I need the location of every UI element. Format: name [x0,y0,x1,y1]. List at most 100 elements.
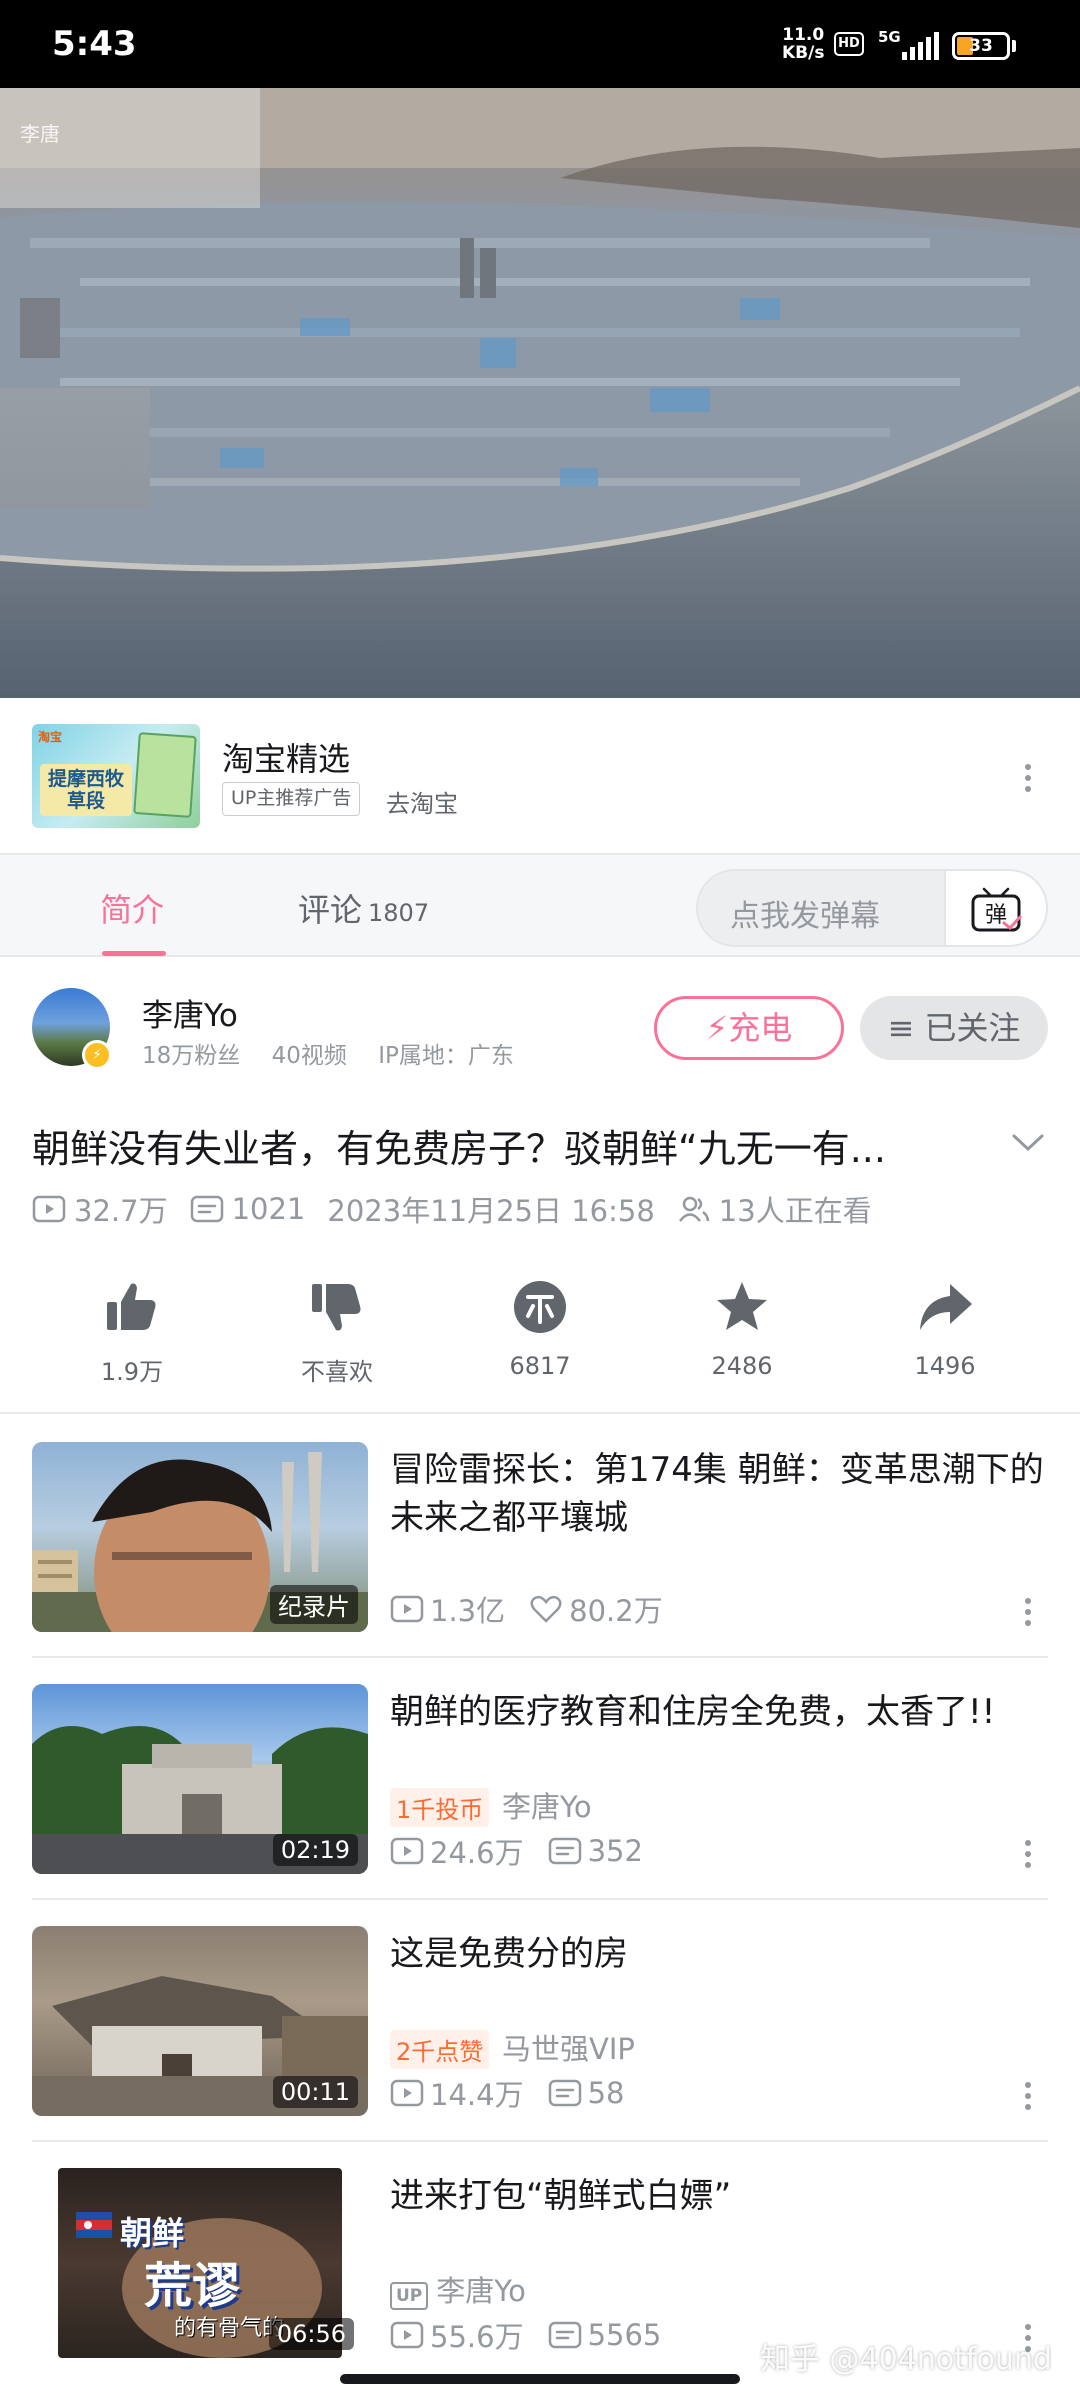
danmaku-count-icon [548,1837,581,1865]
play-count-icon [390,1837,424,1865]
share-icon [920,1284,972,1330]
more-icon[interactable] [1024,1840,1032,1873]
video-thumbnail[interactable]: 02:19 [32,1684,368,1874]
coin-icon [514,1281,566,1333]
video-title[interactable]: 朝鲜没有失业者，有免费房子？驳朝鲜“九无一有... [32,1118,886,1173]
charge-button[interactable]: ⚡充电 [654,996,844,1060]
watching-icon [678,1196,710,1222]
video-duration: 02:19 [272,1834,358,1866]
share-count: 1496 [914,1352,976,1380]
share-button[interactable]: 1496 [870,1278,1020,1380]
home-indicator[interactable] [340,2374,740,2384]
play-count-icon [32,1195,66,1223]
ad-thumbnail-text: 提摩西牧草段 [40,764,132,816]
tab-comments-label: 评论 [298,891,363,929]
status-bar: 5:43 11.0 KB/s HD 5G 33 [0,0,1080,88]
danmaku-count: 1021 [231,1192,306,1226]
signal-icon [902,32,939,60]
video-watermark: 李唐 [20,122,60,146]
coin-button[interactable]: 6817 [465,1278,615,1380]
video-thumbnail[interactable]: 00:11 [32,1926,368,2116]
video-title[interactable]: 进来打包“朝鲜式白嫖” [390,2172,1070,2220]
video-frame [0,88,1080,698]
video-title[interactable]: 冒险雷探长：第174集 朝鲜：变革思潮下的未来之都平壤城 [390,1446,1070,1542]
thumbs-up-icon [107,1283,156,1330]
network-speed-unit: KB/s [782,43,825,63]
danmaku-count: 352 [587,1834,643,1868]
thumbnail-headline: 荒谬 [144,2258,241,2314]
flag-icon [76,2212,112,2238]
uploader-fans: 18万粉丝 [142,1043,241,1069]
verified-icon: ⚡ [82,1040,112,1070]
lightning-icon: ⚡ [705,1009,729,1047]
battery-level: 33 [969,36,993,56]
video-thumbnail[interactable]: 朝鲜 荒谬 的有骨气的 06:56 [32,2168,368,2358]
hd-icon: HD [834,32,864,56]
view-count: 24.6万 [430,1836,524,1870]
coin-tag: 1千投币 [390,1788,490,1827]
view-count: 55.6万 [430,2320,524,2354]
play-count-icon [390,2079,424,2107]
video-title[interactable]: 这是免费分的房 [390,1930,1070,1978]
tab-intro[interactable]: 简介 [100,885,164,931]
ad-badge: UP主推荐广告 [222,782,361,816]
danmaku-icon: 弹 [971,887,1022,932]
ad-more-icon[interactable] [1024,764,1032,797]
thumbnail-subtitle: 的有骨气的 [174,2316,285,2341]
list-item[interactable]: 00:11 这是免费分的房 2千点赞 马世强VIP 14.4万 58 [32,1926,1048,2116]
video-thumbnail[interactable]: 纪录片 [32,1442,368,1632]
danmaku-toggle-button[interactable]: 弹 [944,871,1046,945]
ad-banner[interactable]: 淘宝 提摩西牧草段 淘宝精选 UP主推荐广告 去淘宝 [0,698,1080,853]
charge-label: 充电 [728,1009,793,1047]
list-item[interactable]: 02:19 朝鲜的医疗教育和住房全免费，太香了!! 1千投币 李唐Yo 24.6… [32,1684,1048,1874]
network-speed: 11.0 KB/s [782,26,824,62]
follow-label: 已关注 [924,1009,1021,1047]
play-count-icon [390,1595,424,1623]
video-author-row[interactable]: UP 李唐Yo [390,2268,526,2310]
view-count: 14.4万 [430,2078,524,2112]
danmaku-count-icon [190,1195,223,1223]
follow-button[interactable]: ≡ 已关注 [860,996,1048,1060]
view-count: 32.7万 [74,1194,168,1228]
chevron-down-icon[interactable] [1008,1122,1048,1162]
like-count: 1.9万 [100,1358,164,1386]
video-title[interactable]: 朝鲜的医疗教育和住房全免费，太香了!! [390,1688,1070,1736]
zhihu-watermark: 知乎 @404notfound [760,2342,1052,2377]
thumbs-down-icon [312,1284,361,1331]
status-time: 5:43 [52,24,137,64]
network-type: 5G [878,28,901,46]
like-button[interactable]: 1.9万 [57,1278,207,1387]
publish-date: 2023年11月25日 16:58 [327,1194,655,1228]
video-stats: 1.3亿 80.2万 [390,1588,663,1630]
video-stats: 55.6万 5565 [390,2314,661,2356]
video-player[interactable]: 李唐 [0,88,1080,698]
danmaku-count-icon [548,2321,581,2349]
tab-comments[interactable]: 评论 1807 [298,885,429,931]
ad-thumbnail[interactable]: 淘宝 提摩西牧草段 [32,724,200,828]
list-item[interactable]: 纪录片 冒险雷探长：第174集 朝鲜：变革思潮下的未来之都平壤城 1.3亿 80… [32,1442,1048,1632]
ad-title[interactable]: 淘宝精选 [222,734,350,780]
video-duration: 00:11 [272,2076,358,2108]
danmaku-input[interactable]: 点我发弹幕 [730,891,880,935]
uploader-name[interactable]: 李唐Yo [142,990,238,1035]
like-tag: 2千点赞 [390,2030,490,2069]
tab-comments-count: 1807 [368,899,430,927]
favorite-count: 2486 [711,1352,773,1380]
danmaku-count-icon [548,2079,581,2107]
ad-link[interactable]: 去淘宝 [386,784,458,819]
favorite-button[interactable]: 2486 [667,1278,817,1380]
menu-icon: ≡ [887,1009,925,1047]
watching-count: 13人正在看 [718,1194,872,1228]
list-item[interactable]: 朝鲜 荒谬 的有骨气的 06:56 进来打包“朝鲜式白嫖” UP 李唐Yo 55.… [32,2168,1048,2358]
video-author[interactable]: 李唐Yo [502,1784,592,1826]
danmaku-entry[interactable]: 点我发弹幕 弹 [696,869,1048,947]
ad-thumbnail-tag: 淘宝 [38,730,63,744]
tab-bar: 简介 评论 1807 点我发弹幕 弹 [0,853,1080,957]
more-icon[interactable] [1024,1598,1032,1631]
coin-count: 6817 [509,1352,571,1380]
dislike-button[interactable]: 不喜欢 [262,1278,412,1387]
play-count-icon [390,2321,424,2349]
video-author[interactable]: 马世强VIP [502,2026,635,2068]
more-icon[interactable] [1024,2082,1032,2115]
video-stats: 24.6万 352 [390,1830,643,1872]
